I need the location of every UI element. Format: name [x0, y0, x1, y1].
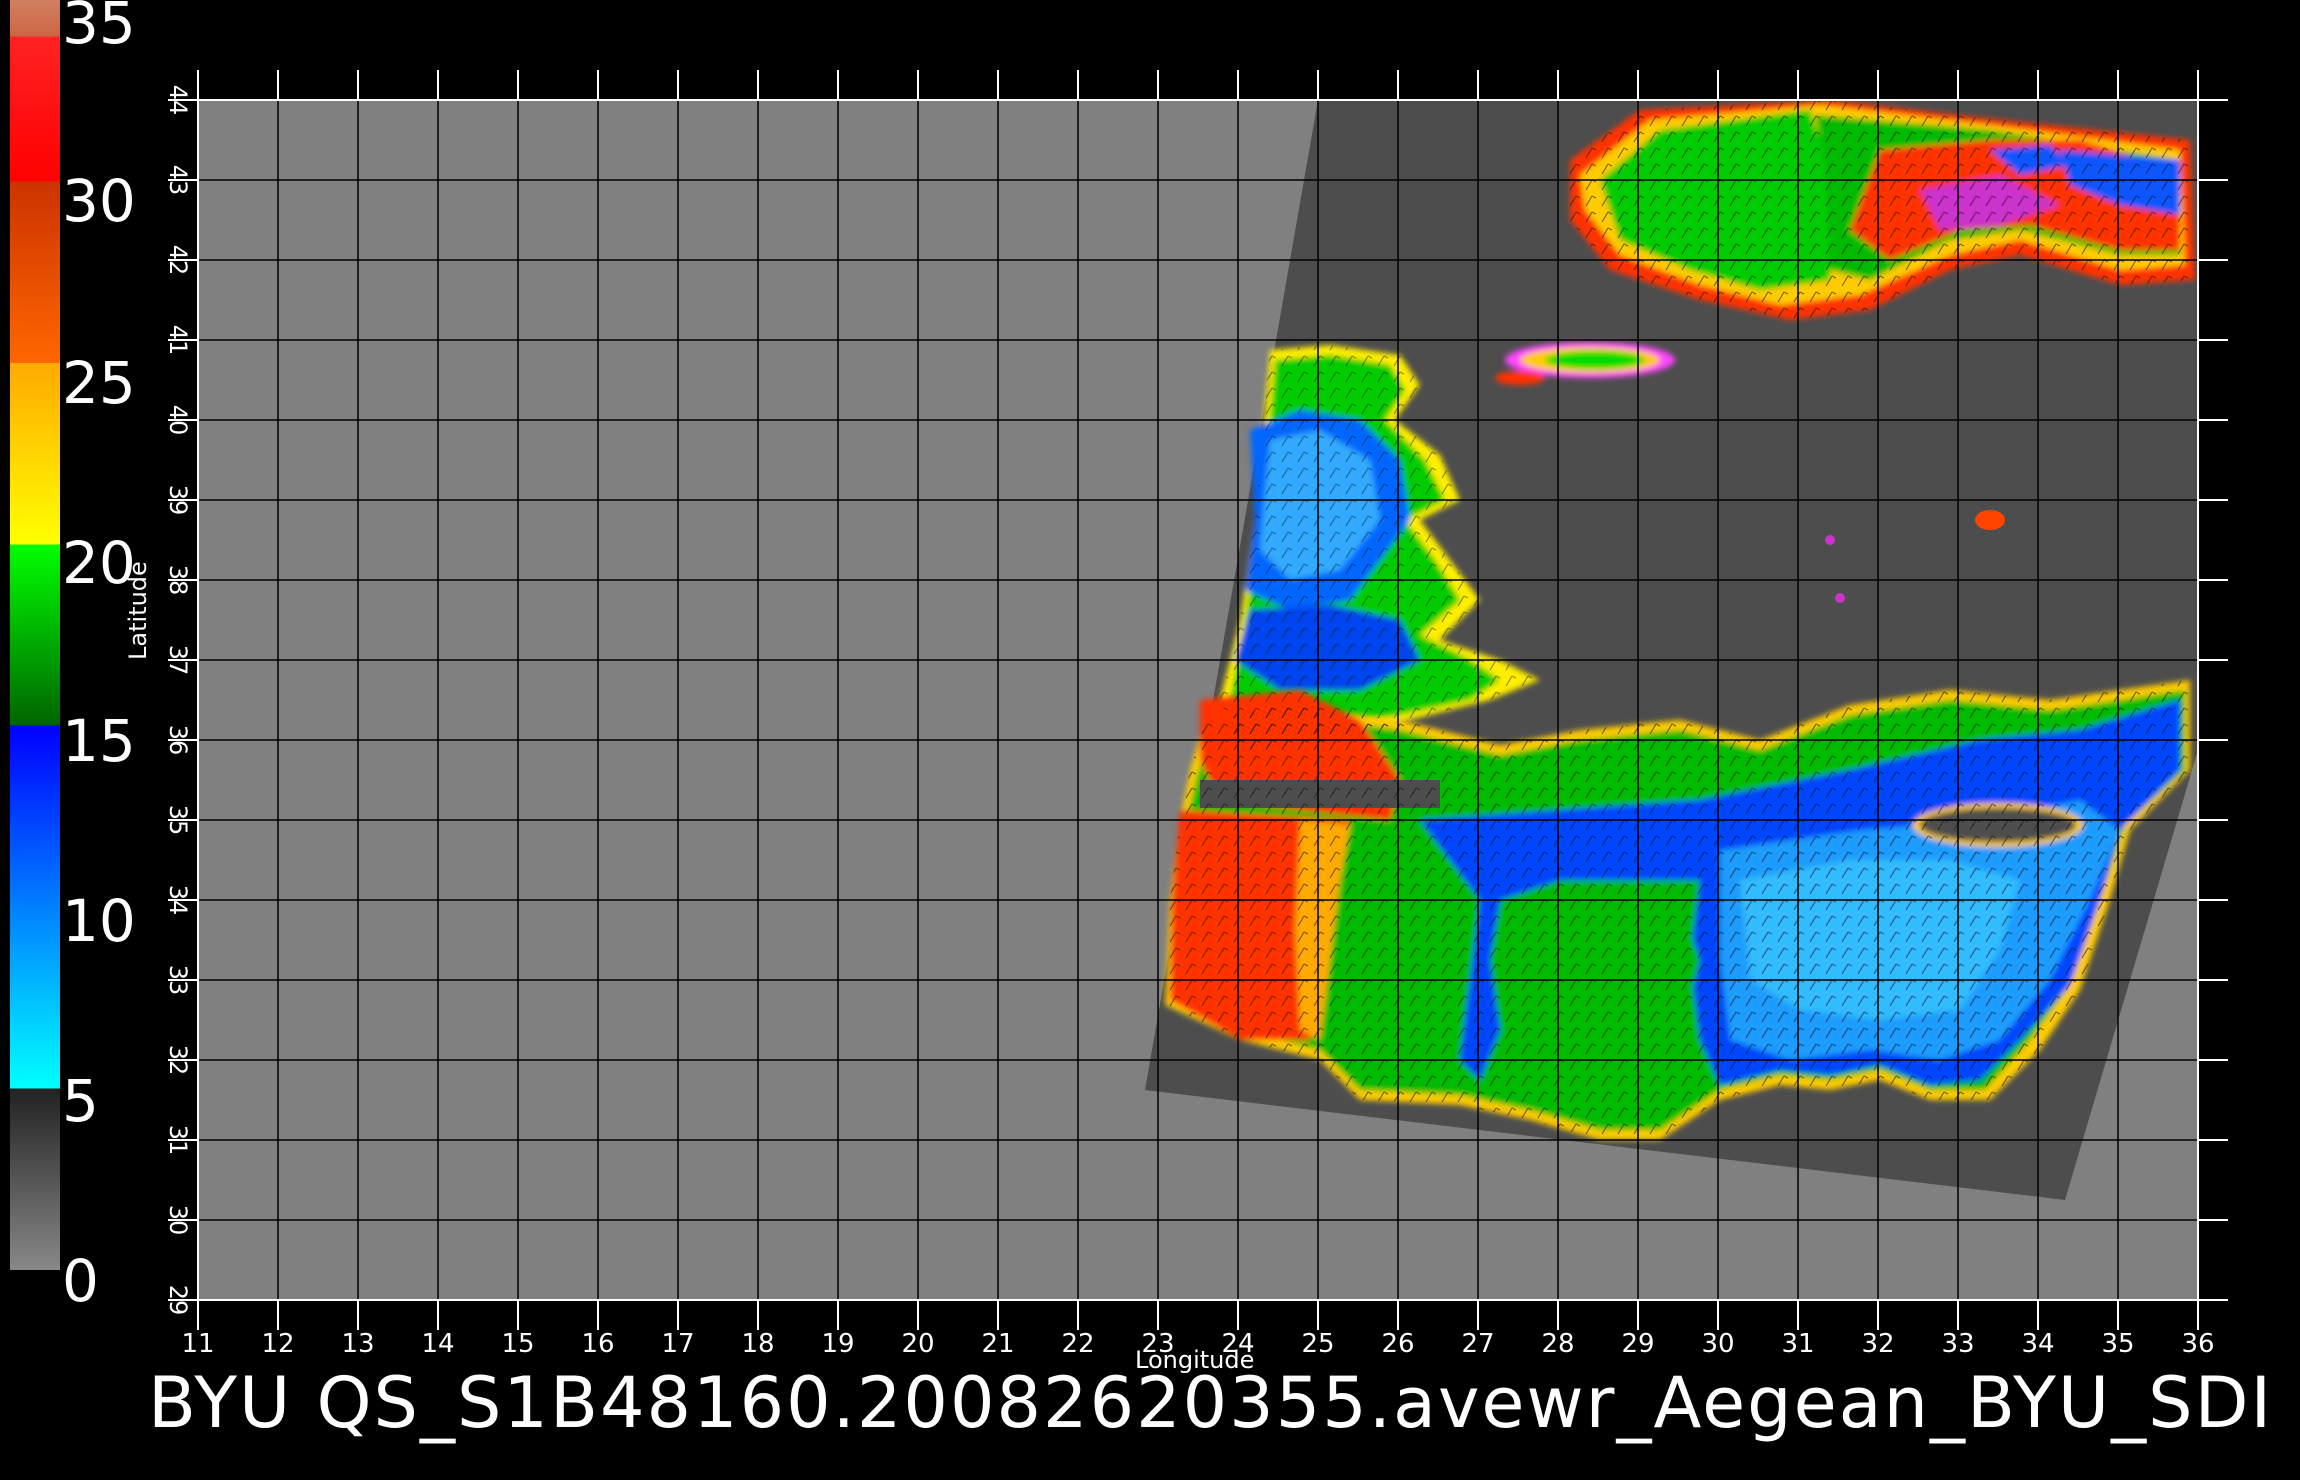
colorbar-label: 35	[62, 0, 136, 57]
y-tick-label: 37	[164, 645, 192, 676]
x-tick-label: 27	[1461, 1329, 1494, 1359]
x-tick-label: 31	[1781, 1329, 1814, 1359]
colorbar-label: 5	[62, 1067, 99, 1135]
y-tick-label: 33	[164, 965, 192, 996]
image-caption: BYU QS_S1B48160.20082620355.avewr_Aegean…	[148, 1362, 2274, 1444]
x-tick-label: 15	[501, 1329, 534, 1359]
y-tick-label: 40	[164, 405, 192, 436]
y-tick-label: 36	[164, 725, 192, 756]
x-tick-label: 36	[2181, 1329, 2214, 1359]
colorbar-label: 25	[62, 349, 136, 417]
x-tick-label: 21	[981, 1329, 1014, 1359]
colorbar-label: 10	[62, 887, 136, 955]
x-tick-label: 11	[181, 1329, 214, 1359]
x-tick-label: 26	[1381, 1329, 1414, 1359]
x-tick-label: 34	[2021, 1329, 2054, 1359]
y-tick-label: 32	[164, 1045, 192, 1076]
y-tick-label: 44	[164, 85, 192, 116]
x-tick-label: 14	[421, 1329, 454, 1359]
x-tick-label: 18	[741, 1329, 774, 1359]
y-axis-label: Latitude	[124, 561, 152, 660]
y-tick-label: 34	[164, 885, 192, 916]
colorbar-bar	[10, 0, 60, 1270]
x-tick-label: 22	[1061, 1329, 1094, 1359]
x-tick-label: 13	[341, 1329, 374, 1359]
spot	[1835, 593, 1845, 603]
x-tick-label: 12	[261, 1329, 294, 1359]
spot	[1975, 510, 2005, 530]
y-tick-label: 39	[164, 485, 192, 516]
x-tick-label: 30	[1701, 1329, 1734, 1359]
spot	[1825, 535, 1835, 545]
wind-map: 11 12 13 14 15 16 17 18 19 20 21 22 23 24 25 26 27 28 29 30…	[10, 0, 2228, 1359]
colorbar-label: 30	[62, 167, 136, 235]
y-tick-label: 42	[164, 245, 192, 276]
x-tick-label: 19	[821, 1329, 854, 1359]
x-tick-label: 17	[661, 1329, 694, 1359]
y-tick-label: 41	[164, 325, 192, 356]
x-tick-label: 35	[2101, 1329, 2134, 1359]
x-tick-label: 32	[1861, 1329, 1894, 1359]
colorbar	[10, 0, 60, 1270]
x-tick-label: 16	[581, 1329, 614, 1359]
x-tick-label: 28	[1541, 1329, 1574, 1359]
x-tick-label: 25	[1301, 1329, 1334, 1359]
x-tick-label: 33	[1941, 1329, 1974, 1359]
plot-area	[198, 100, 2198, 1300]
y-tick-label: 29	[164, 1285, 192, 1316]
x-tick-label: 20	[901, 1329, 934, 1359]
y-tick-label: 38	[164, 565, 192, 596]
y-tick-label: 35	[164, 805, 192, 836]
colorbar-label: 15	[62, 707, 136, 775]
y-tick-label: 43	[164, 165, 192, 196]
y-tick-label: 31	[164, 1125, 192, 1156]
y-tick-label: 30	[164, 1205, 192, 1236]
x-tick-label: 29	[1621, 1329, 1654, 1359]
colorbar-label: 0	[62, 1247, 99, 1315]
